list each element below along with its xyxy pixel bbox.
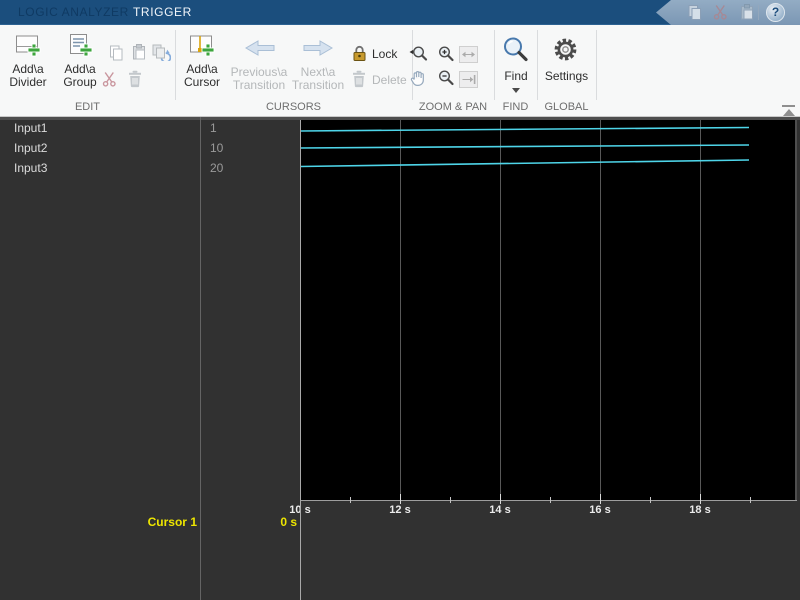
channel-row[interactable]: Input1 1 — [0, 118, 300, 138]
section-label-cursors: CURSORS — [265, 101, 321, 113]
channel-value: 10 — [210, 141, 224, 155]
channel-value: 1 — [210, 121, 217, 135]
add-cursor-icon — [190, 35, 215, 57]
channel-row[interactable]: Input2 10 — [0, 138, 300, 158]
axis-tick-label: 14 s — [489, 504, 511, 516]
previous-transition-label2: Transition — [232, 78, 286, 92]
axis-tick — [500, 494, 501, 504]
separator — [412, 30, 413, 100]
waveform-workspace: 1 0 s 12 s 14 s 16 s 18 s Input1 1 Input2… — [0, 117, 800, 600]
find-icon[interactable] — [502, 36, 529, 63]
zoom-out-icon[interactable] — [437, 69, 455, 87]
lock-icon[interactable] — [352, 44, 367, 62]
find-button[interactable]: Find — [494, 69, 538, 83]
delete-button[interactable]: Delete — [372, 73, 407, 87]
axis-tick — [400, 494, 401, 504]
section-label-global: GLOBAL — [544, 101, 589, 113]
channel-name[interactable]: Input1 — [14, 118, 47, 138]
pan-icon[interactable] — [409, 69, 428, 87]
settings-gear-icon[interactable] — [553, 37, 578, 62]
copy-icon[interactable] — [686, 4, 703, 21]
channel-row[interactable]: Input3 20 — [0, 158, 300, 178]
signal-trace-input2 — [300, 144, 750, 149]
span-x-button[interactable] — [459, 46, 478, 63]
copy-icon[interactable] — [108, 45, 124, 61]
add-cursor-button[interactable]: Add\a Cursor — [176, 33, 228, 89]
fit-to-view-icon[interactable] — [409, 45, 428, 63]
paste-icon[interactable] — [131, 44, 147, 61]
signal-trace-input1 — [300, 126, 750, 132]
channel-name[interactable]: Input3 — [14, 158, 47, 178]
add-divider-label2: Divider — [9, 75, 47, 89]
axis-tick — [700, 494, 701, 504]
toolstrip: Add\a Divider Add\a Group EDIT Add\a Cur… — [0, 25, 800, 117]
signal-traces — [300, 126, 750, 168]
cut-icon[interactable] — [713, 4, 728, 21]
waveform-plot[interactable] — [300, 120, 797, 500]
next-transition-label2: Transition — [291, 78, 345, 92]
cut-icon[interactable] — [102, 71, 117, 87]
tab-bar: LOGIC ANALYZER TRIGGER ? — [0, 0, 800, 25]
cursor-line[interactable] — [300, 120, 301, 600]
dropdown-caret-icon[interactable] — [512, 88, 520, 93]
add-divider-icon — [16, 35, 41, 57]
next-transition-icon — [303, 40, 333, 56]
previous-transition-button[interactable]: Previous\a Transition — [230, 33, 288, 92]
axis-tick — [600, 494, 601, 504]
separator — [596, 30, 597, 100]
add-group-button[interactable]: Add\a Group — [54, 33, 106, 89]
logic-analyzer-window: LOGIC ANALYZER TRIGGER ? Add\a Divider A… — [0, 0, 800, 600]
lock-button[interactable]: Lock — [372, 47, 397, 61]
time-axis-line — [300, 500, 797, 501]
signal-trace-input3 — [300, 159, 750, 168]
help-icon[interactable]: ? — [766, 2, 785, 22]
axis-tick-label: 16 s — [589, 504, 611, 516]
separator — [758, 5, 759, 20]
zoom-x-icon — [462, 75, 476, 84]
add-divider-button[interactable]: Add\a Divider — [2, 33, 54, 89]
zoom-x-button[interactable] — [459, 71, 478, 88]
separator — [494, 30, 495, 100]
axis-tick — [450, 497, 451, 503]
section-label-find: FIND — [502, 101, 529, 113]
next-transition-button[interactable]: Next\a Transition — [290, 33, 346, 92]
add-group-icon — [70, 34, 93, 57]
trash-icon[interactable] — [351, 70, 367, 88]
section-label-zoom-pan: ZOOM & PAN — [418, 101, 488, 113]
trash-icon[interactable] — [127, 70, 143, 88]
previous-transition-icon — [244, 40, 274, 56]
section-label-edit: EDIT — [74, 101, 101, 113]
axis-tick — [350, 497, 351, 503]
quick-access-banner: ? — [656, 0, 800, 25]
settings-button[interactable]: Settings — [537, 69, 596, 83]
cursor-value: 0 s — [280, 515, 297, 529]
channel-name[interactable]: Input2 — [14, 138, 47, 158]
axis-tick — [650, 497, 651, 503]
app-title: LOGIC ANALYZER — [18, 5, 129, 19]
span-x-icon — [462, 51, 475, 58]
add-group-label2: Group — [63, 75, 97, 89]
cursor-label[interactable]: Cursor 1 — [0, 515, 197, 529]
channel-value: 20 — [210, 161, 224, 175]
axis-tick — [550, 497, 551, 503]
axis-tick-label: 12 s — [389, 504, 411, 516]
paste-icon[interactable] — [739, 4, 756, 21]
collapse-toolstrip-icon[interactable] — [782, 105, 795, 116]
axis-tick — [750, 497, 751, 503]
separator — [537, 30, 538, 100]
add-cursor-label2: Cursor — [183, 75, 220, 89]
axis-tick-label: 18 s — [689, 504, 711, 516]
tab-trigger[interactable]: TRIGGER — [133, 0, 192, 25]
restore-icon[interactable] — [152, 44, 171, 61]
zoom-in-icon[interactable] — [437, 45, 455, 63]
